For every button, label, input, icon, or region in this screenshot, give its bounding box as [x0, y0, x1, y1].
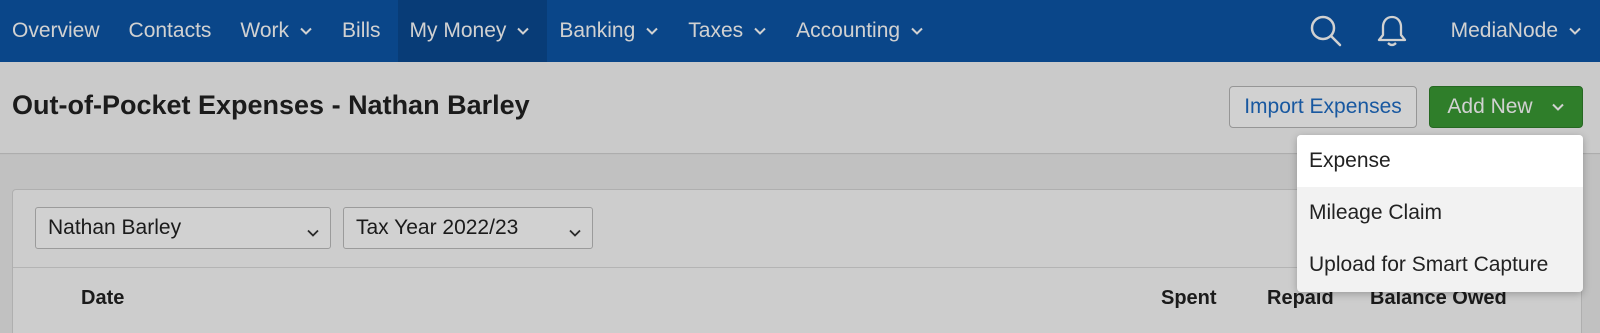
add-new-menu: Expense Mileage Claim Upload for Smart C…	[1297, 135, 1583, 292]
menu-item-mileage-claim[interactable]: Mileage Claim	[1297, 187, 1583, 239]
menu-item-upload-smart-capture[interactable]: Upload for Smart Capture	[1297, 239, 1583, 291]
menu-item-label: Mileage Claim	[1309, 201, 1443, 224]
menu-item-expense[interactable]: Expense	[1297, 135, 1583, 187]
menu-item-label: Expense	[1309, 149, 1391, 172]
menu-item-label: Upload for Smart Capture	[1309, 253, 1549, 276]
